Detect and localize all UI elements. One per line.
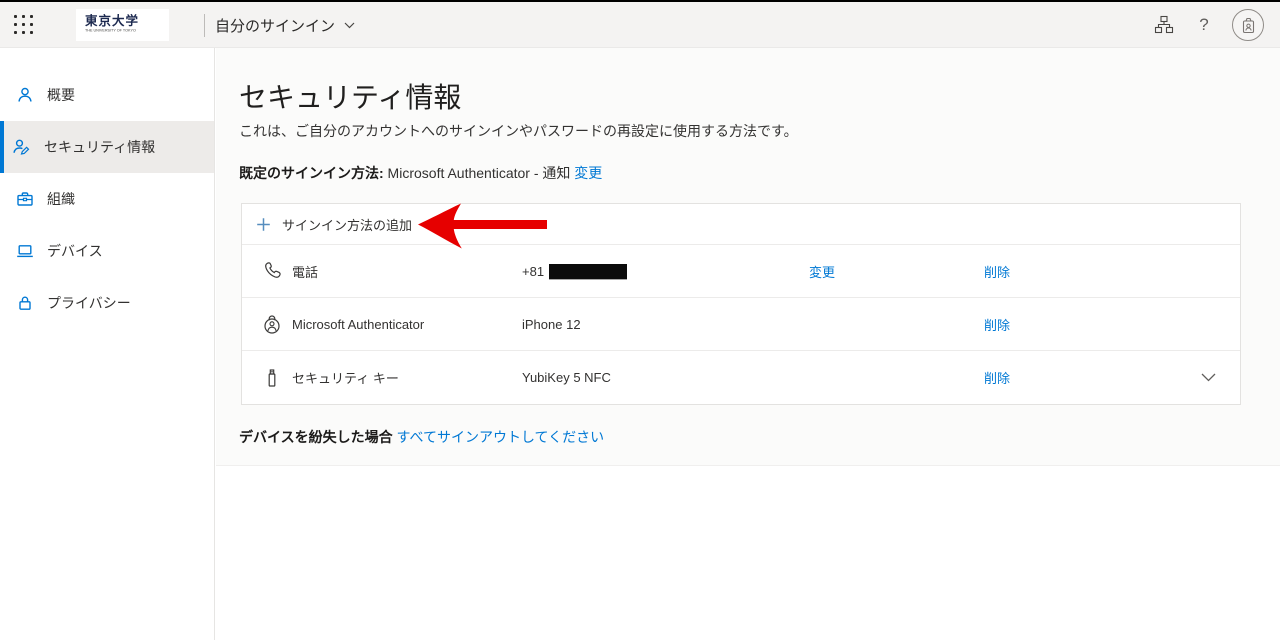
sidebar-item-label: 組織 [47, 189, 75, 209]
authenticator-icon [260, 313, 284, 335]
laptop-icon [16, 242, 34, 260]
method-name: セキュリティ キー [292, 368, 522, 387]
sidebar-item-label: セキュリティ情報 [44, 137, 155, 157]
usb-key-icon [260, 367, 284, 389]
logo-subtitle: THE UNIVERSITY OF TOKYO [85, 29, 136, 33]
help-icon[interactable]: ? [1184, 2, 1224, 48]
window-top-edge [0, 0, 1280, 2]
method-value: YubiKey 5 NFC [522, 370, 809, 385]
phone-prefix: +81 [522, 264, 544, 279]
sidebar-item-label: 概要 [47, 85, 75, 105]
main-content: セキュリティ情報 これは、ご自分のアカウントへのサインインやパスワードの再設定に… [216, 48, 1280, 640]
chevron-down-icon [344, 22, 355, 29]
sidebar-item-label: プライバシー [47, 293, 131, 313]
phone-icon [260, 260, 284, 282]
change-default-method-link[interactable]: 変更 [574, 165, 602, 181]
top-bar: 東京大学 THE UNIVERSITY OF TOKYO 自分のサインイン ? [0, 2, 1280, 48]
organization-chart-icon[interactable] [1144, 2, 1184, 48]
sidebar-item-overview[interactable]: 概要 [0, 69, 214, 121]
account-avatar[interactable] [1232, 9, 1264, 41]
sidebar-item-organization[interactable]: 組織 [0, 173, 214, 225]
lost-device-label: デバイスを紛失した場合 [239, 429, 393, 445]
method-row-phone: 電話 +81 変更 削除 [242, 245, 1240, 298]
sidebar-item-devices[interactable]: デバイス [0, 225, 214, 277]
person-edit-icon [12, 138, 31, 156]
change-phone-link[interactable]: 変更 [809, 265, 835, 280]
delete-security-key-link[interactable]: 削除 [984, 371, 1010, 386]
id-badge-icon [1240, 17, 1257, 34]
method-value: iPhone 12 [522, 317, 809, 332]
delete-authenticator-link[interactable]: 削除 [984, 318, 1010, 333]
sidebar-nav: 概要 セキュリティ情報 組織 デバイス プライバシー [0, 48, 215, 640]
redacted-phone-number [549, 264, 627, 279]
app-title: 自分のサインイン [215, 15, 335, 36]
app-launcher-icon[interactable] [12, 13, 36, 37]
method-name: Microsoft Authenticator [292, 317, 522, 332]
lock-icon [16, 294, 34, 312]
briefcase-icon [16, 190, 34, 208]
default-signin-method: 既定のサインイン方法: Microsoft Authenticator - 通知… [239, 163, 602, 183]
plus-icon [256, 217, 271, 232]
add-signin-method-button[interactable]: サインイン方法の追加 [242, 204, 1240, 245]
signin-methods-table: サインイン方法の追加 電話 +81 変更 削除 [241, 203, 1241, 405]
default-method-label: 既定のサインイン方法: [239, 165, 384, 181]
app-title-dropdown[interactable]: 自分のサインイン [215, 2, 355, 48]
sign-out-everywhere-link[interactable]: すべてサインアウトしてください [396, 429, 604, 445]
lost-device-line: デバイスを紛失した場合 すべてサインアウトしてください [239, 427, 604, 447]
add-method-label: サインイン方法の追加 [282, 215, 412, 234]
page-description: これは、ご自分のアカウントへのサインインやパスワードの再設定に使用する方法です。 [239, 121, 798, 141]
page-heading: セキュリティ情報 [239, 76, 461, 116]
method-row-authenticator: Microsoft Authenticator iPhone 12 削除 [242, 298, 1240, 351]
method-name: 電話 [292, 262, 522, 281]
chevron-down-icon [1201, 373, 1216, 382]
default-method-value: Microsoft Authenticator - 通知 [384, 165, 575, 181]
delete-phone-link[interactable]: 削除 [984, 265, 1010, 280]
header-divider [204, 14, 205, 37]
sidebar-item-privacy[interactable]: プライバシー [0, 277, 214, 329]
sidebar-item-security-info[interactable]: セキュリティ情報 [0, 121, 214, 173]
sidebar-item-label: デバイス [47, 241, 103, 261]
method-value: +81 [522, 264, 809, 279]
person-icon [16, 86, 34, 104]
university-of-tokyo-logo[interactable]: 東京大学 THE UNIVERSITY OF TOKYO [76, 9, 169, 41]
expand-security-key-button[interactable] [1159, 373, 1240, 382]
method-row-security-key: セキュリティ キー YubiKey 5 NFC 削除 [242, 351, 1240, 404]
logo-title: 東京大学 [85, 15, 167, 28]
